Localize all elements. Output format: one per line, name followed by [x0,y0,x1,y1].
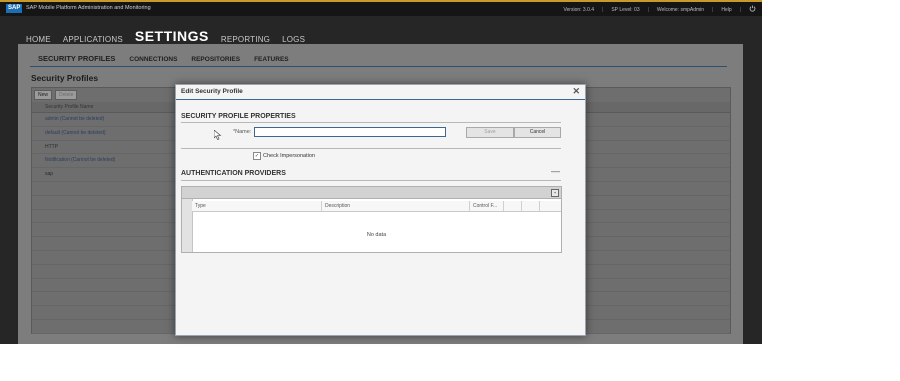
no-data-text: No data [366,232,387,238]
tab-features[interactable]: FEATURES [254,56,289,63]
providers-divider [181,180,561,181]
check-impersonation-label: Check Impersonation [263,153,315,159]
tab-security-profiles[interactable]: SECURITY PROFILES [38,54,115,63]
properties-divider [181,122,561,123]
column-extra-2[interactable] [522,201,540,211]
edit-security-profile-dialog: Edit Security Profile ✕ SECURITY PROFILE… [175,84,586,336]
properties-heading: SECURITY PROFILE PROPERTIES [181,113,296,120]
app-title: SAP Mobile Platform Administration and M… [26,5,151,11]
column-description[interactable]: Description [322,201,470,211]
profile-name: HTTP [45,143,59,150]
delete-button[interactable]: Delete [55,90,78,100]
separator: | [712,6,714,13]
column-extra-1[interactable] [504,201,522,211]
list-toolbar: New Delete [34,90,78,100]
welcome-text: Welcome: smpAdmin [656,6,705,13]
nav-settings[interactable]: SETTINGS [135,28,209,44]
sap-logo: SAP [6,4,23,13]
name-label: *Name: [233,129,251,135]
column-header-label: Security Profile Name [45,104,94,110]
main-nav: HOME APPLICATIONS SETTINGS REPORTING LOG… [26,22,305,44]
name-field[interactable] [254,127,446,137]
profile-name: sap [45,171,54,178]
add-provider-icon[interactable]: + [551,189,559,197]
mouse-cursor-icon [214,130,222,140]
grid-header: Type Description Control F... [192,201,561,212]
cancel-button[interactable]: Cancel [514,127,561,138]
separator: | [739,6,741,13]
profile-name: admin (Cannot be deleted) [45,116,105,122]
check-impersonation-checkbox[interactable]: ✓ [253,152,261,160]
nav-logs[interactable]: LOGS [282,35,305,44]
profile-name: Notification (Cannot be deleted) [45,157,116,164]
properties-bottom-divider [181,148,561,149]
separator: | [647,6,649,13]
nav-applications[interactable]: APPLICATIONS [63,35,123,44]
new-button[interactable]: New [34,90,53,100]
authentication-providers-grid: + Type Description Control F... No data [181,186,562,253]
dialog-title: Edit Security Profile [181,88,243,95]
save-button[interactable]: Save [466,127,514,138]
settings-tabs: SECURITY PROFILES CONNECTIONS REPOSITORI… [38,54,289,63]
shell-bar: SAP SAP Mobile Platform Administration a… [0,0,762,16]
column-control-flag[interactable]: Control F... [470,201,504,211]
version-text: Version: 3.0.4 [563,6,595,13]
sp-level-text: SP Level: 03 [611,6,640,13]
separator: | [602,6,604,13]
help-link[interactable]: Help [721,7,731,13]
dialog-header: Edit Security Profile ✕ [176,85,585,100]
grid-toolbar: + [182,187,561,199]
name-label-text: Name: [235,129,252,135]
tab-connections[interactable]: CONNECTIONS [129,56,177,63]
profile-name: default (Cannot be deleted) [45,129,106,136]
nav-home[interactable]: HOME [26,35,51,44]
power-icon[interactable] [749,5,756,14]
nav-reporting[interactable]: REPORTING [221,35,270,44]
providers-heading: AUTHENTICATION PROVIDERS [181,170,286,177]
close-icon[interactable]: ✕ [572,86,580,96]
tab-repositories[interactable]: REPOSITORIES [191,56,240,63]
collapse-icon[interactable]: — [551,167,560,176]
tabs-divider [30,66,727,67]
column-type[interactable]: Type [192,201,322,211]
shell-status: Version: 3.0.4 | SP Level: 03 | Welcome:… [563,5,756,14]
page-title: Security Profiles [31,73,99,83]
